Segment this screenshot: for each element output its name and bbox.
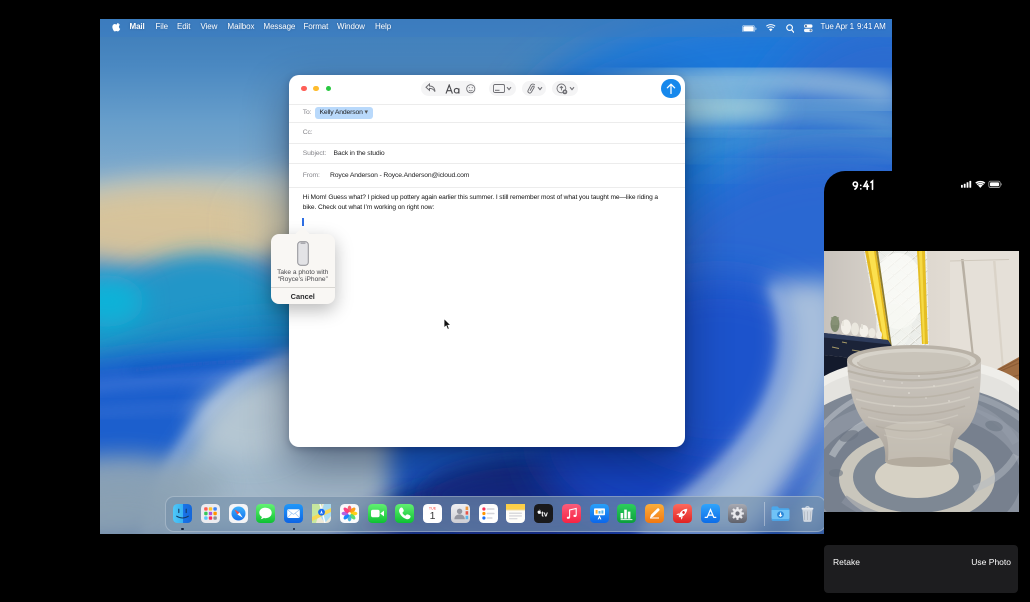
svg-text:tv: tv [541, 510, 548, 519]
svg-text:1: 1 [430, 510, 436, 522]
